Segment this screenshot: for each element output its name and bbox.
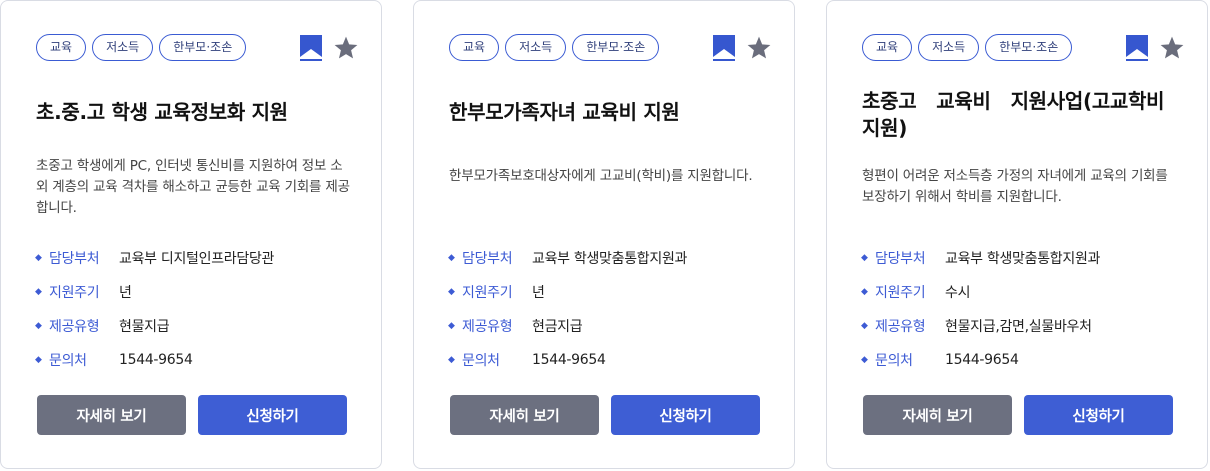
tag-single-parent[interactable]: 한부모·조손 — [572, 34, 660, 61]
tag-education[interactable]: 교육 — [449, 34, 500, 61]
star-icon[interactable] — [746, 34, 772, 62]
view-details-button[interactable]: 자세히 보기 — [37, 395, 186, 435]
service-card: 교육 저소득 한부모·조손 초.중.고 학생 교육정보화 지원 초중고 학생에게… — [0, 0, 382, 469]
tag-single-parent[interactable]: 한부모·조손 — [159, 34, 247, 61]
info-department: ◆ 담당부처 교육부 학생맞춤통합지원과 — [861, 251, 1101, 267]
tag-list: 교육 저소득 한부모·조손 — [862, 34, 1073, 61]
tag-education[interactable]: 교육 — [36, 34, 87, 61]
tag-single-parent[interactable]: 한부모·조손 — [985, 34, 1073, 61]
card-actions — [1124, 34, 1185, 62]
star-icon[interactable] — [1159, 34, 1185, 62]
apply-button[interactable]: 신청하기 — [611, 395, 760, 435]
card-description: 초중고 학생에게 PC, 인터넷 통신비를 지원하여 정보 소외 계층의 교육 … — [36, 158, 350, 216]
service-card: 교육 저소득 한부모·조손 한부모가족자녀 교육비 지원 한부모가족보호대상자에… — [413, 0, 795, 469]
diamond-bullet-icon: ◆ — [861, 287, 868, 297]
diamond-bullet-icon: ◆ — [35, 253, 42, 263]
diamond-bullet-icon: ◆ — [861, 321, 868, 331]
info-cycle: ◆ 지원주기 년 — [448, 285, 545, 301]
info-list: ◆ 담당부처 교육부 학생맞춤통합지원과 ◆ 지원주기 수시 ◆ 제공유형 현물지급,감면,… — [861, 241, 1187, 377]
info-list: ◆ 담당부처 교육부 디지털인프라담당관 ◆ 지원주기 년 ◆ 제공유형 현물지급 ◆ 문의처… — [35, 241, 361, 377]
tag-low-income[interactable]: 저소득 — [92, 34, 154, 61]
card-buttons: 자세히 보기 신청하기 — [450, 395, 760, 435]
bookmark-icon[interactable] — [1124, 34, 1150, 62]
bookmark-icon[interactable] — [711, 34, 737, 62]
star-icon[interactable] — [333, 34, 359, 62]
info-provision-type: ◆ 제공유형 현물지급,감면,실물바우처 — [861, 319, 1092, 335]
info-cycle: ◆ 지원주기 년 — [35, 285, 132, 301]
card-title: 초중고 교육비 지원사업(고교학비지원) — [862, 89, 1165, 140]
tag-list: 교육 저소득 한부모·조손 — [36, 34, 247, 61]
info-department: ◆ 담당부처 교육부 학생맞춤통합지원과 — [448, 251, 688, 267]
diamond-bullet-icon: ◆ — [448, 321, 455, 331]
info-cycle: ◆ 지원주기 수시 — [861, 285, 971, 301]
diamond-bullet-icon: ◆ — [448, 355, 455, 365]
card-buttons: 자세히 보기 신청하기 — [863, 395, 1173, 435]
apply-button[interactable]: 신청하기 — [1024, 395, 1173, 435]
diamond-bullet-icon: ◆ — [861, 355, 868, 365]
service-card: 교육 저소득 한부모·조손 초중고 교육비 지원사업(고교학비지원) 형편이 어… — [826, 0, 1208, 469]
card-description: 한부모가족보호대상자에게 고교비(학비)를 지원합니다. — [449, 168, 753, 184]
info-contact: ◆ 문의처 1544-9654 — [861, 352, 1019, 369]
card-title: 초.중.고 학생 교육정보화 지원 — [36, 100, 288, 124]
diamond-bullet-icon: ◆ — [35, 321, 42, 331]
diamond-bullet-icon: ◆ — [448, 287, 455, 297]
tag-low-income[interactable]: 저소득 — [505, 34, 567, 61]
apply-button[interactable]: 신청하기 — [198, 395, 347, 435]
tag-low-income[interactable]: 저소득 — [918, 34, 980, 61]
card-description: 형편이 어려운 저소득층 가정의 자녀에게 교육의 기회를 보장하기 위해서 학… — [862, 168, 1168, 205]
info-contact: ◆ 문의처 1544-9654 — [35, 352, 193, 369]
tag-list: 교육 저소득 한부모·조손 — [449, 34, 660, 61]
diamond-bullet-icon: ◆ — [35, 355, 42, 365]
diamond-bullet-icon: ◆ — [861, 253, 868, 263]
bookmark-icon[interactable] — [298, 34, 324, 62]
info-provision-type: ◆ 제공유형 현물지급 — [35, 319, 170, 335]
info-contact: ◆ 문의처 1544-9654 — [448, 352, 606, 369]
card-buttons: 자세히 보기 신청하기 — [37, 395, 347, 435]
info-provision-type: ◆ 제공유형 현금지급 — [448, 319, 583, 335]
diamond-bullet-icon: ◆ — [448, 253, 455, 263]
info-department: ◆ 담당부처 교육부 디지털인프라담당관 — [35, 251, 275, 267]
diamond-bullet-icon: ◆ — [35, 287, 42, 297]
info-list: ◆ 담당부처 교육부 학생맞춤통합지원과 ◆ 지원주기 년 ◆ 제공유형 현금지급 ◆ 문의처… — [448, 241, 774, 377]
card-actions — [711, 34, 772, 62]
card-title: 한부모가족자녀 교육비 지원 — [449, 100, 680, 124]
service-card-list: 교육 저소득 한부모·조손 초.중.고 학생 교육정보화 지원 초중고 학생에게… — [0, 0, 1210, 471]
card-actions — [298, 34, 359, 62]
tag-education[interactable]: 교육 — [862, 34, 913, 61]
view-details-button[interactable]: 자세히 보기 — [863, 395, 1012, 435]
view-details-button[interactable]: 자세히 보기 — [450, 395, 599, 435]
